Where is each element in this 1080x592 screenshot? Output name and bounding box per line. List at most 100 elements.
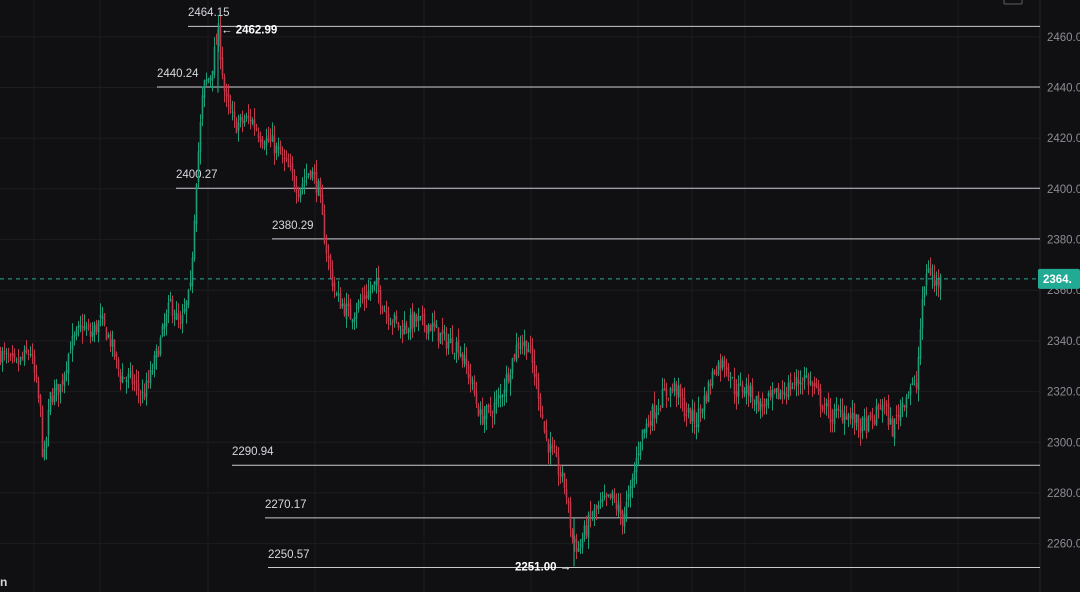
candle-body — [107, 334, 110, 337]
candle-body — [699, 407, 702, 410]
candle-body — [255, 128, 258, 131]
candle-body — [339, 293, 342, 309]
candle-body — [335, 293, 338, 295]
candle-body — [481, 408, 484, 424]
candle-body — [231, 111, 234, 113]
candle-body — [197, 151, 200, 182]
candle-body — [647, 423, 650, 425]
candle-body — [691, 410, 694, 422]
candle-body — [755, 395, 758, 405]
candle-body — [329, 255, 332, 268]
candle-body — [117, 359, 120, 370]
candle-body — [713, 370, 716, 374]
candle-body — [69, 352, 72, 354]
candle-body — [103, 313, 106, 325]
candle-body — [705, 393, 708, 402]
candle-body — [41, 407, 44, 457]
candle-body — [503, 389, 506, 397]
candle-body — [601, 499, 604, 503]
candle-body — [43, 448, 46, 459]
candle-body — [895, 414, 898, 416]
y-tick-label: 2280.00 — [1047, 488, 1080, 500]
candle-body — [757, 395, 760, 412]
candle-body — [177, 313, 180, 320]
candle-body — [823, 407, 826, 409]
candle-body — [137, 383, 140, 391]
candle-body — [403, 323, 406, 334]
candle-body — [623, 513, 626, 527]
candle-body — [903, 405, 906, 408]
candle-body — [745, 383, 748, 394]
candle-body — [295, 185, 298, 194]
candle-body — [313, 172, 316, 175]
candle-body — [663, 387, 666, 391]
candle-body — [77, 325, 80, 329]
candle-body — [247, 115, 250, 117]
candle-body — [719, 360, 722, 370]
candle-body — [819, 388, 822, 407]
candle-body — [455, 342, 458, 353]
candle-body — [337, 293, 340, 296]
candle-body — [1, 351, 4, 363]
candle-body — [593, 508, 596, 517]
level-label: 2290.94 — [232, 446, 274, 458]
candle-body — [179, 322, 182, 324]
candle-body — [735, 391, 738, 398]
candle-body — [397, 322, 400, 328]
candle-body — [703, 395, 706, 411]
candle-body — [553, 450, 556, 452]
candle-body — [871, 416, 874, 420]
candle-body — [445, 333, 448, 349]
candle-body — [281, 154, 284, 156]
candle-body — [81, 326, 84, 332]
candle-body — [883, 402, 886, 405]
candle-body — [721, 358, 724, 369]
candle-body — [795, 376, 798, 386]
candle-body — [249, 116, 252, 122]
candle-body — [879, 408, 882, 410]
candle-body — [351, 319, 354, 323]
candle-body — [199, 122, 202, 153]
y-tick-label: 2340.00 — [1047, 336, 1080, 348]
candle-body — [317, 180, 320, 196]
candle-body — [785, 394, 788, 397]
candle-body — [515, 344, 518, 361]
candle-body — [771, 390, 774, 398]
candle-body — [269, 139, 272, 141]
candle-body — [833, 409, 836, 424]
candle-body — [561, 471, 564, 477]
candle-body — [307, 173, 310, 176]
candle-body — [701, 409, 704, 414]
y-tick-label: 2440.00 — [1047, 83, 1080, 95]
candle-body — [141, 391, 144, 394]
candle-body — [579, 544, 582, 546]
candle-body — [243, 120, 246, 124]
candle-body — [333, 282, 336, 291]
candle-body — [815, 383, 818, 388]
candle-body — [851, 412, 854, 420]
candle-body — [865, 416, 868, 433]
candle-body — [181, 314, 184, 324]
candle-body — [729, 379, 732, 381]
candle-body — [235, 119, 238, 134]
candle-body — [431, 322, 434, 331]
candle-body — [147, 381, 150, 383]
candle-body — [425, 324, 428, 333]
y-tick-label: 2380.00 — [1047, 235, 1080, 247]
candle-body — [749, 384, 752, 397]
candle-body — [589, 511, 592, 517]
candle-body — [935, 280, 938, 287]
candle-body — [437, 327, 440, 342]
price-chart[interactable]: 2464.15 2440.24 2400.27 2380.29 2290.94 2270.… — [0, 0, 1080, 592]
candle-body — [135, 380, 138, 384]
candle-body — [167, 302, 170, 314]
candle-body — [881, 404, 884, 412]
candle-body — [747, 386, 750, 396]
candle-body — [125, 379, 128, 383]
candle-body — [811, 382, 814, 387]
candle-body — [673, 382, 676, 392]
candle-body — [27, 353, 30, 355]
candle-body — [239, 116, 242, 121]
candle-body — [19, 357, 22, 362]
candle-body — [163, 323, 166, 330]
